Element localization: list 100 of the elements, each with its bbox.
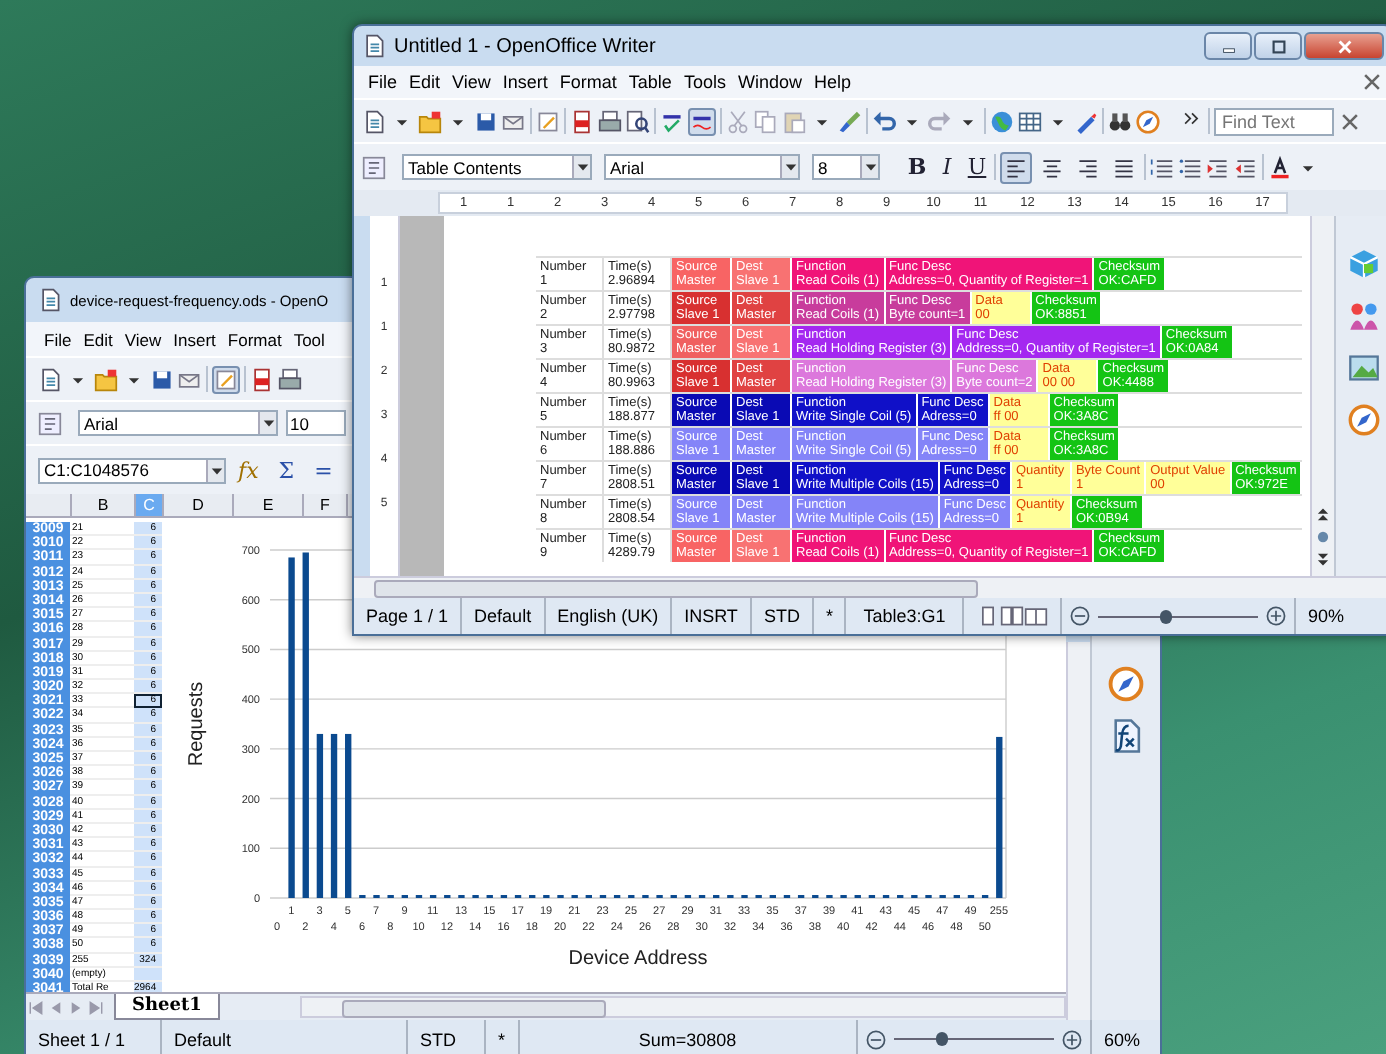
font-name-box[interactable]: Arial <box>604 154 800 180</box>
dropdown-button[interactable] <box>572 156 590 178</box>
pencil-icon[interactable] <box>212 365 240 393</box>
format-button[interactable]: I <box>934 154 960 180</box>
caret-icon <box>261 416 275 430</box>
pdf-icon[interactable] <box>570 109 594 133</box>
folder-icon[interactable] <box>94 367 118 391</box>
font-name-box[interactable]: Arial <box>78 410 278 436</box>
menu-item[interactable]: File <box>362 72 404 92</box>
bullet-list-icon[interactable] <box>1178 155 1202 179</box>
formula-button[interactable]: Σ <box>270 457 303 483</box>
save-icon[interactable] <box>474 109 498 133</box>
menu-item[interactable]: Insert <box>496 72 554 92</box>
menu-item[interactable]: Insert <box>167 329 222 349</box>
find-text-field[interactable]: Find Text <box>1214 107 1334 135</box>
picture-icon[interactable] <box>1348 352 1380 384</box>
magnifier-icon[interactable] <box>626 109 650 133</box>
zoom-out-icon[interactable] <box>1067 604 1092 628</box>
page-up-icon[interactable] <box>1314 506 1332 524</box>
caret-icon <box>209 463 223 477</box>
name-box-field[interactable]: C1:C1048576 <box>38 457 226 483</box>
column-header[interactable]: D <box>164 494 234 516</box>
sheet-tab[interactable]: Sheet1 <box>114 994 220 1020</box>
paragraph-style-box[interactable]: Table Contents <box>402 154 592 180</box>
page-down-icon[interactable] <box>1314 550 1332 568</box>
font-size-box[interactable]: 8 <box>812 154 880 180</box>
modified-indicator: * <box>486 1020 520 1054</box>
vertical-scrollbar[interactable] <box>1310 216 1334 576</box>
close-button[interactable] <box>1304 32 1384 60</box>
folder-icon[interactable] <box>418 109 442 133</box>
function-icon[interactable] <box>1108 718 1144 754</box>
zoom-out-icon[interactable] <box>863 1027 888 1051</box>
menu-item[interactable]: Edit <box>403 72 447 92</box>
two-pages-icon[interactable] <box>999 604 1024 628</box>
brush-icon[interactable] <box>838 109 862 133</box>
pdf-icon[interactable] <box>250 367 274 391</box>
compass-icon[interactable] <box>1108 666 1144 702</box>
printer-icon[interactable] <box>598 109 622 133</box>
menu-item[interactable]: Help <box>807 72 857 92</box>
menu-item[interactable]: Format <box>221 329 288 349</box>
undo-icon[interactable] <box>872 109 896 133</box>
people-icon[interactable] <box>1348 300 1380 332</box>
dropdown-button[interactable] <box>206 459 224 481</box>
dropdown-button[interactable] <box>860 156 878 178</box>
dropdown-button[interactable] <box>780 156 798 178</box>
page-style-label: Default <box>462 598 546 634</box>
outdent-icon[interactable] <box>1234 155 1258 179</box>
horizontal-scrollbar[interactable] <box>354 576 1386 598</box>
minimize-button[interactable] <box>1204 32 1252 60</box>
menu-item[interactable]: View <box>446 72 497 92</box>
menu-item[interactable]: Table <box>622 72 678 92</box>
menu-item[interactable]: View <box>118 329 168 349</box>
printer-icon[interactable] <box>278 367 302 391</box>
close-icon[interactable] <box>1360 70 1384 94</box>
pen-icon[interactable] <box>1074 109 1098 133</box>
compass-icon[interactable] <box>1136 109 1160 133</box>
indent-icon[interactable] <box>1206 155 1230 179</box>
menu-item[interactable]: Edit <box>77 329 119 349</box>
binoculars-icon[interactable] <box>1108 109 1132 133</box>
zoom-in-icon[interactable] <box>1059 1027 1084 1051</box>
menu-item[interactable]: Format <box>553 72 623 92</box>
document-icon[interactable] <box>38 367 62 391</box>
compass-icon[interactable] <box>1348 404 1380 436</box>
zoom-in-icon[interactable] <box>1263 604 1288 628</box>
pencil-icon[interactable] <box>536 109 560 133</box>
cube-icon[interactable] <box>1348 248 1380 280</box>
format-button[interactable]: U <box>964 154 990 180</box>
menu-item[interactable]: Tools <box>677 72 732 92</box>
menu-item[interactable]: Window <box>731 72 808 92</box>
paragraph-icon[interactable] <box>38 411 62 435</box>
caret-icon <box>783 160 797 174</box>
paragraph-icon[interactable] <box>362 155 386 179</box>
caret-icon <box>863 160 877 174</box>
table-icon[interactable] <box>1018 109 1042 133</box>
menu-item[interactable]: Tool <box>287 329 331 349</box>
vertical-scrollbar[interactable] <box>1066 642 1090 1020</box>
close-icon[interactable] <box>1338 109 1362 133</box>
page-style-label: Default <box>162 1020 408 1054</box>
selection-mode-label: STD <box>751 598 814 634</box>
cursor-position-label: Table3:G1 <box>846 598 964 634</box>
formula-button[interactable]: fx <box>230 457 267 483</box>
book-icon[interactable] <box>1023 604 1048 628</box>
autospell-icon[interactable] <box>688 107 716 135</box>
column-header[interactable]: F <box>304 494 348 516</box>
save-icon[interactable] <box>150 367 174 391</box>
maximize-button[interactable] <box>1254 32 1302 60</box>
numbered-list-icon[interactable] <box>1150 155 1174 179</box>
insert-mode-label: INSRT <box>672 598 752 634</box>
zoom-slider-thumb[interactable] <box>1159 609 1172 623</box>
font-color-icon[interactable] <box>1268 155 1292 179</box>
horizontal-scrollbar[interactable] <box>299 996 1066 1018</box>
formula-button[interactable]: = <box>306 457 341 483</box>
dropdown-button[interactable] <box>258 412 276 434</box>
spellcheck-icon[interactable] <box>660 109 684 133</box>
menu-item[interactable]: File <box>38 329 78 349</box>
document-icon[interactable] <box>362 109 386 133</box>
column-header[interactable]: E <box>234 494 304 516</box>
globe-icon[interactable] <box>990 109 1014 133</box>
format-button[interactable]: B <box>904 154 930 180</box>
zoom-slider-thumb[interactable] <box>935 1032 948 1046</box>
